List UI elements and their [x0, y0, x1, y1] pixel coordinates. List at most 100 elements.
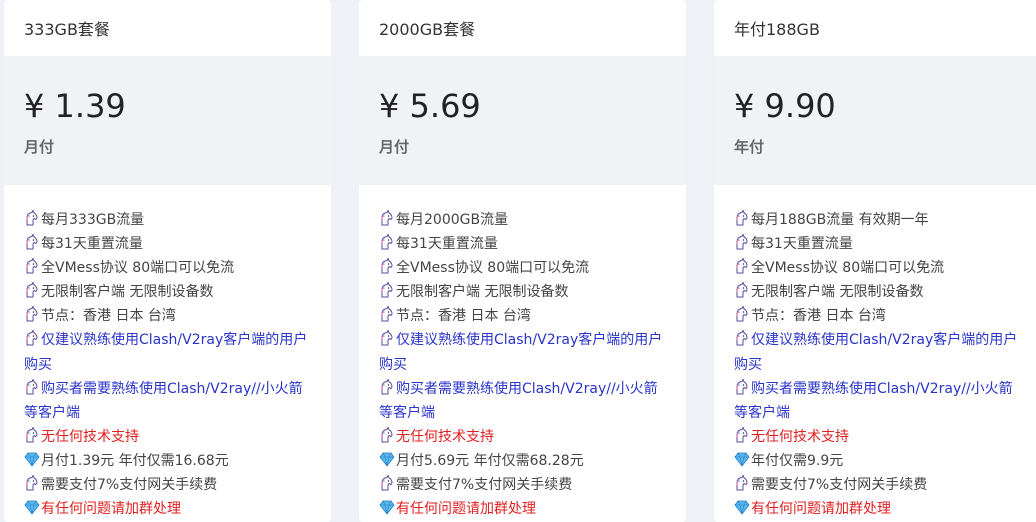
diamond-icon	[734, 451, 750, 467]
feature-item: 每31天重置流量	[24, 232, 313, 256]
unicorn-icon	[379, 426, 395, 443]
unicorn-icon	[734, 233, 750, 250]
feature-item: 需要支付7%支付网关手续费	[24, 473, 313, 497]
unicorn-icon	[24, 209, 40, 226]
unicorn-icon	[734, 281, 750, 298]
feature-text: 有任何问题请加群处理	[751, 501, 891, 518]
feature-item: 年付仅需9.9元	[734, 449, 1023, 473]
feature-item: 仅建议熟练使用Clash/V2ray客户端的用户购买	[24, 328, 313, 376]
feature-item: 全VMess协议 80端口可以免流	[24, 256, 313, 280]
unicorn-icon	[24, 426, 40, 443]
feature-item: 节点：香港 日本 台湾	[24, 304, 313, 328]
feature-text: 购买者需要熟练使用Clash/V2ray//小火箭等客户端	[24, 380, 303, 421]
unicorn-icon	[379, 378, 395, 395]
feature-item: 无限制客户端 无限制设备数	[379, 280, 668, 304]
unicorn-icon	[24, 305, 40, 322]
feature-text: 购买者需要熟练使用Clash/V2ray//小火箭等客户端	[734, 380, 1013, 421]
feature-text: 月付5.69元 年付仅需68.28元	[396, 452, 584, 469]
feature-text: 购买者需要熟练使用Clash/V2ray//小火箭等客户端	[379, 380, 658, 421]
feature-item: 全VMess协议 80端口可以免流	[734, 256, 1023, 280]
feature-text: 有任何问题请加群处理	[41, 501, 181, 518]
feature-item: 每月2000GB流量	[379, 208, 668, 232]
unicorn-icon	[379, 281, 395, 298]
diamond-icon	[24, 499, 40, 515]
feature-text: 每月333GB流量	[41, 212, 145, 228]
plan-card-1[interactable]: 333GB套餐 ¥ 1.39 月付 每月333GB流量 每31天重置流量全VMes…	[4, 0, 331, 522]
feature-text: 每月2000GB流量	[396, 212, 509, 228]
feature-text: 节点：香港 日本 台湾	[751, 308, 886, 325]
feature-list: 每月333GB流量 每31天重置流量全VMess协议 80端口可以免流 无限制客户端…	[4, 185, 331, 521]
feature-item: 节点：香港 日本 台湾	[379, 304, 668, 328]
unicorn-icon	[24, 474, 40, 491]
feature-item: 月付1.39元 年付仅需16.68元	[24, 449, 313, 473]
feature-item: 购买者需要熟练使用Clash/V2ray//小火箭等客户端	[24, 377, 313, 425]
feature-item: 仅建议熟练使用Clash/V2ray客户端的用户购买	[734, 328, 1023, 376]
unicorn-icon	[379, 329, 395, 346]
price-band: ¥ 1.39 月付	[4, 56, 331, 185]
feature-text: 节点：香港 日本 台湾	[396, 308, 531, 325]
feature-item: 每月333GB流量	[24, 208, 313, 232]
feature-item: 需要支付7%支付网关手续费	[379, 473, 668, 497]
feature-text: 仅建议熟练使用Clash/V2ray客户端的用户购买	[379, 332, 663, 373]
feature-text: 需要支付7%支付网关手续费	[396, 477, 573, 494]
feature-text: 全VMess协议 80端口可以免流	[41, 260, 235, 277]
plan-period: 月付	[379, 138, 410, 156]
feature-text: 月付1.39元 年付仅需16.68元	[41, 452, 229, 469]
feature-item: 有任何问题请加群处理	[734, 497, 1023, 521]
feature-text: 有任何问题请加群处理	[396, 501, 536, 518]
feature-item: 需要支付7%支付网关手续费	[734, 473, 1023, 497]
feature-item: 有任何问题请加群处理	[24, 497, 313, 521]
plan-card-2[interactable]: 2000GB套餐 ¥ 5.69 月付 每月2000GB流量 每31天重置流量 全VM…	[359, 0, 686, 522]
unicorn-icon	[24, 233, 40, 250]
feature-text: 无任何技术支持	[396, 428, 494, 445]
diamond-icon	[379, 451, 395, 467]
feature-item: 无任何技术支持	[24, 425, 313, 449]
plan-price: ¥ 5.69	[379, 87, 481, 125]
feature-text: 无任何技术支持	[41, 428, 139, 445]
plan-price: ¥ 9.90	[734, 87, 836, 125]
feature-text: 无任何技术支持	[751, 428, 849, 445]
feature-item: 购买者需要熟练使用Clash/V2ray//小火箭等客户端	[379, 377, 668, 425]
feature-item: 无限制客户端 无限制设备数	[734, 280, 1023, 304]
diamond-icon	[24, 451, 40, 467]
feature-item: 月付5.69元 年付仅需68.28元	[379, 449, 668, 473]
price-band: ¥ 5.69 月付	[359, 56, 686, 185]
unicorn-icon	[734, 378, 750, 395]
plan-period: 年付	[734, 138, 765, 156]
feature-text: 全VMess协议 80端口可以免流	[396, 260, 590, 277]
unicorn-icon	[379, 305, 395, 322]
plan-title: 年付188GB	[734, 20, 820, 39]
feature-item: 无限制客户端 无限制设备数	[24, 280, 313, 304]
unicorn-icon	[24, 378, 40, 395]
feature-item: 每31天重置流量	[379, 232, 668, 256]
feature-item: 仅建议熟练使用Clash/V2ray客户端的用户购买	[379, 328, 668, 376]
feature-item: 无任何技术支持	[379, 425, 668, 449]
unicorn-icon	[24, 329, 40, 346]
feature-item: 全VMess协议 80端口可以免流	[379, 256, 668, 280]
unicorn-icon	[379, 257, 395, 274]
feature-list: 每月2000GB流量每31天重置流量全VMess协议 80端口可以免流无限制客户…	[359, 185, 686, 521]
feature-text: 无限制客户端 无限制设备数	[751, 284, 924, 301]
feature-text: 仅建议熟练使用Clash/V2ray客户端的用户购买	[734, 332, 1018, 373]
feature-text: 仅建议熟练使用Clash/V2ray客户端的用户购买	[24, 332, 308, 373]
price-band: ¥ 9.90 年付	[714, 56, 1036, 185]
feature-text: 需要支付7%支付网关手续费	[751, 477, 928, 494]
plan-period: 月付	[24, 138, 55, 156]
plan-card-3[interactable]: 年付188GB ¥ 9.90 年付 每月188GB流量 有效期一年 每31天重置流…	[714, 0, 1036, 522]
unicorn-icon	[734, 257, 750, 274]
feature-item: 有任何问题请加群处理	[379, 497, 668, 521]
feature-list: 每月188GB流量 有效期一年 每31天重置流量 全VMess协议 80端口可以免流…	[714, 185, 1036, 521]
unicorn-icon	[734, 329, 750, 346]
unicorn-icon	[24, 257, 40, 274]
unicorn-icon	[734, 209, 750, 226]
plan-title: 333GB套餐	[24, 20, 110, 39]
unicorn-icon	[24, 281, 40, 298]
feature-text: 无限制客户端 无限制设备数	[41, 284, 214, 301]
plan-price: ¥ 1.39	[24, 87, 126, 125]
feature-item: 节点：香港 日本 台湾	[734, 304, 1023, 328]
unicorn-icon	[379, 474, 395, 491]
feature-text: 每31天重置流量	[751, 236, 853, 253]
unicorn-icon	[734, 474, 750, 491]
feature-text: 每31天重置流量	[41, 236, 143, 253]
feature-text: 年付仅需9.9元	[751, 452, 844, 469]
